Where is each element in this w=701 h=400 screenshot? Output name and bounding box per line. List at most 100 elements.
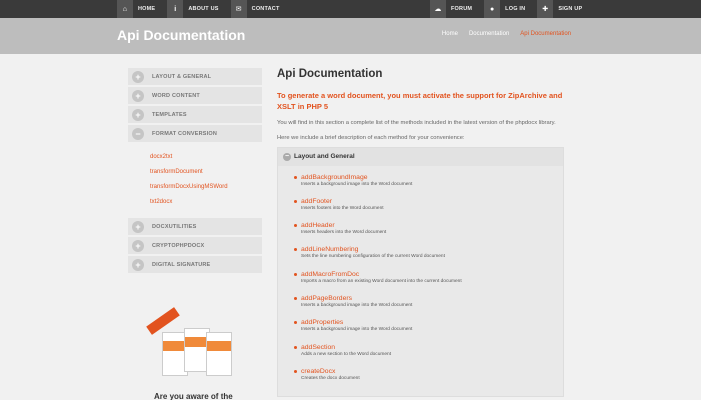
nav-signup-link[interactable]: ✚ SIGN UP [537,0,594,18]
method-link[interactable]: addLineNumbering [294,246,563,253]
list-item: addProperties Inserts a background image… [294,319,563,343]
plus-icon: + [132,239,144,252]
main-content: Api Documentation To generate a word doc… [277,68,567,397]
sidebar-item-layout-general[interactable]: + LAYOUT & GENERAL [128,68,262,85]
user-icon: ● [484,0,501,18]
method-link[interactable]: addBackgroundImage [294,174,563,181]
sidebar: + LAYOUT & GENERAL + WORD CONTENT + TEMP… [128,68,262,275]
panel-header[interactable]: − Layout and General [278,147,563,166]
method-link[interactable]: addSection [294,344,563,351]
top-nav-bar: ⌂ HOME i ABOUT US ✉ CONTACT ☁ FORUM ● LO… [0,0,701,18]
page-title: Api Documentation [277,68,383,80]
methods-panel: − Layout and General addBackgroundImage … [277,146,564,397]
sidebar-item-templates[interactable]: + TEMPLATES [128,106,262,123]
minus-icon: − [132,127,144,140]
method-description: Adds a new section to the Word document [301,351,392,357]
method-link[interactable]: createDocx [294,368,563,375]
promo-ribbon [146,307,180,335]
bullet-icon [294,296,297,300]
nav-forum-label: FORUM [451,6,473,12]
method-list: addBackgroundImage Inserts a background … [278,166,563,393]
list-item: addMacroFromDoc Imports a macro from an … [294,271,563,295]
nav-about-label: ABOUT US [188,6,219,12]
bullet-icon [294,248,297,252]
bullet-icon [294,224,297,228]
nav-contact-link[interactable]: ✉ CONTACT [230,0,292,18]
nav-login-label: LOG IN [505,6,526,12]
header-title: Api Documentation [117,27,246,43]
user-add-icon: ✚ [537,0,554,18]
method-description: Inserts a background image into the Word… [301,302,413,308]
method-description: Inserts footers into the Word document [301,205,384,211]
nav-home-link[interactable]: ⌂ HOME [117,0,167,18]
method-name: addProperties [301,319,344,327]
breadcrumb-current: Api Documentation [520,31,571,37]
page-header: Api Documentation Home Documentation Api… [0,18,701,54]
promo-product-boxes[interactable]: Are you aware of the [128,307,262,400]
plus-icon: + [132,220,144,233]
method-description: Sets the line numbering configuration of… [301,254,445,260]
list-item: addLineNumbering Sets the line numbering… [294,246,563,270]
home-icon: ⌂ [117,0,133,18]
sidebar-item-cryptophpdocx[interactable]: + CRYPTOPHPDOCX [128,237,262,254]
method-name: addSection [301,343,336,351]
nav-login-link[interactable]: ● LOG IN [484,0,537,18]
list-item: addSection Adds a new section to the Wor… [294,344,563,368]
method-link[interactable]: addPageBorders [294,295,563,302]
method-link[interactable]: addHeader [294,222,563,229]
method-link[interactable]: addFooter [294,198,563,205]
method-link[interactable]: addProperties [294,319,563,326]
method-description: Inserts a background image into the Word… [301,327,413,333]
method-description: Inserts headers into the Word document [301,230,387,236]
nav-contact-label: CONTACT [251,6,280,12]
intro-text-2: Here we include a brief description of e… [277,134,465,141]
sidebar-item-format-conversion[interactable]: − FORMAT CONVERSION [128,125,262,142]
submenu-link-txt2docx[interactable]: txt2docx [150,195,262,210]
submenu-link-docx2txt[interactable]: docx2txt [150,150,262,165]
sidebar-item-label: DIGITAL SIGNATURE [152,261,211,268]
sidebar-item-label: FORMAT CONVERSION [152,130,218,137]
method-name: createDocx [301,367,336,375]
panel-title: Layout and General [294,153,355,160]
nav-home-label: HOME [138,6,156,12]
submenu-link-transformdocument[interactable]: transformDocument [150,165,262,180]
method-name: addPageBorders [301,294,353,302]
info-icon: i [167,0,184,18]
method-description: Imports a macro from an existing Word do… [301,278,462,284]
bullet-icon [294,199,297,203]
sidebar-item-label: CRYPTOPHPDOCX [152,242,205,249]
bullet-icon [294,272,297,276]
sidebar-item-word-content[interactable]: + WORD CONTENT [128,87,262,104]
mail-icon: ✉ [230,0,247,18]
sidebar-item-digital-signature[interactable]: + DIGITAL SIGNATURE [128,256,262,273]
notice-text: To generate a word document, you must ac… [277,91,563,111]
submenu-link-transformdocxusingmsword[interactable]: transformDocxUsingMSWord [150,180,262,195]
breadcrumb: Home Documentation Api Documentation [442,31,571,37]
nav-about-link[interactable]: i ABOUT US [167,0,230,18]
method-name: addLineNumbering [301,246,359,254]
nav-forum-link[interactable]: ☁ FORUM [430,0,484,18]
breadcrumb-home[interactable]: Home [442,31,458,37]
method-description: Creates the docx document [301,375,360,381]
method-name: addHeader [301,222,335,230]
method-name: addBackgroundImage [301,173,368,181]
plus-icon: + [132,108,144,121]
bullet-icon [294,175,297,179]
top-nav-left: ⌂ HOME i ABOUT US ✉ CONTACT [117,0,292,18]
intro-text: You will find in this section a complete… [277,120,556,126]
list-item: addFooter Inserts footers into the Word … [294,198,563,222]
bullet-icon [294,369,297,373]
top-nav-right: ☁ FORUM ● LOG IN ✚ SIGN UP [430,0,594,18]
method-link[interactable]: addMacroFromDoc [294,271,563,278]
sidebar-item-label: LAYOUT & GENERAL [152,73,212,80]
product-box-image [206,332,232,376]
format-conversion-submenu: docx2txt transformDocument transformDocx… [128,144,262,218]
list-item: createDocx Creates the docx document [294,368,563,392]
list-item: addPageBorders Inserts a background imag… [294,295,563,319]
promo-text: Are you aware of the [154,392,233,400]
sidebar-item-docxutilities[interactable]: + DOCXUTILITIES [128,218,262,235]
minus-icon: − [283,152,291,161]
sidebar-item-label: TEMPLATES [152,111,187,118]
breadcrumb-documentation[interactable]: Documentation [469,31,509,37]
method-name: addFooter [301,197,332,205]
